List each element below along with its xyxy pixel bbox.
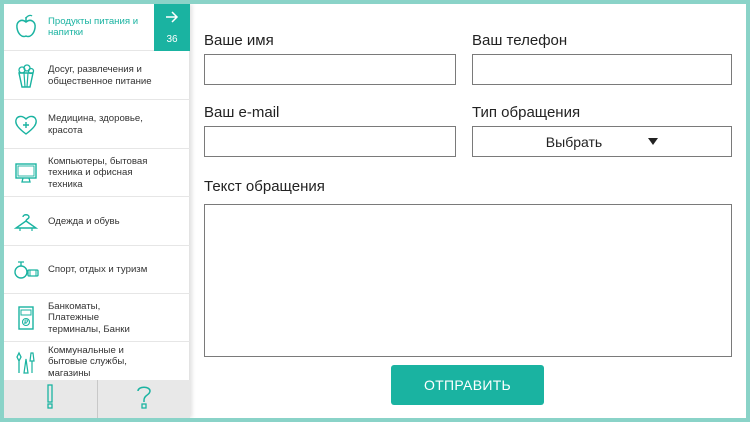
feedback-form: Ваше имя Ваш телефон Ваш e-mail Тип обра… [190, 4, 746, 418]
category-electronics[interactable]: Компьютеры, бытовая техника и офисная те… [4, 150, 190, 197]
phone-field[interactable] [472, 54, 732, 85]
monitor-icon [4, 162, 48, 184]
category-label: Коммунальные и бытовые службы, магазины [48, 344, 127, 379]
tools-icon [4, 349, 48, 375]
category-banks[interactable]: Банкоматы, Платежные терминалы, Банки [4, 295, 190, 342]
message-label: Текст обращения [204, 178, 325, 195]
sidebar-bottom-bar [4, 380, 190, 418]
category-count: 36 [166, 34, 178, 45]
hanger-icon [4, 211, 48, 233]
dumbbell-icon [4, 258, 48, 282]
category-label: Спорт, отдых и туризм [48, 264, 148, 276]
category-go-button[interactable]: 36 [154, 4, 190, 51]
category-sidebar: Продукты питания и напитки 36 Досуг, раз… [4, 4, 190, 418]
type-label: Тип обращения [472, 104, 581, 121]
category-label: Банкоматы, Платежные терминалы, Банки [48, 300, 130, 335]
category-clothes[interactable]: Одежда и обувь [4, 198, 190, 246]
exclamation-icon [45, 383, 55, 415]
category-leisure[interactable]: Досуг, развлечения и общественное питани… [4, 52, 190, 100]
name-field[interactable] [204, 54, 456, 85]
category-food[interactable]: Продукты питания и напитки 36 [4, 4, 190, 51]
heart-plus-icon [4, 114, 48, 136]
help-button[interactable] [96, 380, 191, 418]
category-medicine[interactable]: Медицина, здоровье, красота [4, 101, 190, 149]
app-frame: Продукты питания и напитки 36 Досуг, раз… [4, 4, 746, 418]
caret-down-icon [648, 138, 659, 145]
email-label: Ваш e-mail [204, 104, 280, 121]
type-select-value: Выбрать [545, 133, 603, 150]
arrow-right-icon [165, 10, 179, 28]
category-label: Продукты питания и напитки [48, 15, 139, 39]
apple-icon [4, 14, 48, 40]
atm-icon [4, 305, 48, 331]
category-sport[interactable]: Спорт, отдых и туризм [4, 247, 190, 294]
category-label: Медицина, здоровье, красота [48, 113, 143, 136]
popcorn-icon [4, 63, 48, 89]
submit-button[interactable]: ОТПРАВИТЬ [391, 365, 544, 405]
message-textarea[interactable] [204, 204, 732, 357]
email-field[interactable] [204, 126, 456, 157]
category-label: Компьютеры, бытовая техника и офисная те… [48, 155, 148, 190]
category-utilities[interactable]: Коммунальные и бытовые службы, магазины [4, 343, 190, 381]
name-label: Ваше имя [204, 32, 274, 49]
type-select[interactable]: Выбрать [472, 126, 732, 157]
phone-label: Ваш телефон [472, 32, 568, 49]
question-icon [135, 384, 153, 415]
info-button[interactable] [4, 380, 97, 418]
category-label: Одежда и обувь [48, 215, 120, 227]
category-label: Досуг, развлечения и общественное питани… [48, 64, 152, 87]
